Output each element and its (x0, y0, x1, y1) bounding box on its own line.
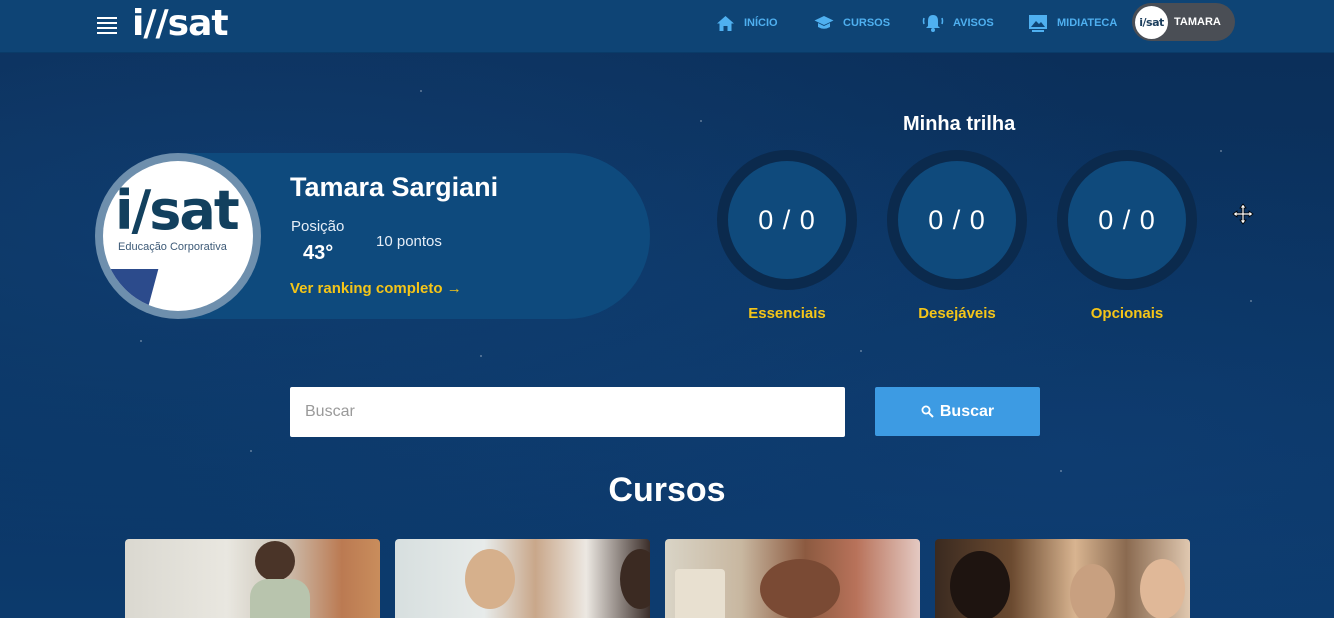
search-button-label: Buscar (939, 402, 995, 420)
courses-section-title: Cursos (608, 471, 726, 509)
top-navigation-bar: i//sat INÍCIO CURSOS AVISOS MIDIATECA i/… (0, 0, 1334, 53)
nav-label-midiateca: MIDIATECA (1057, 17, 1118, 29)
user-avatar: i/sat (1135, 5, 1168, 39)
trilha-value-desejaveis: 0 / 0 (928, 204, 986, 235)
nav-item-inicio[interactable]: INÍCIO (716, 12, 778, 34)
trilha-title: Minha trilha (903, 113, 1016, 135)
course-card[interactable] (125, 539, 380, 618)
page-background (0, 53, 1334, 618)
position-value: 43° (303, 242, 334, 264)
course-image (760, 559, 840, 618)
hamburger-menu-icon[interactable] (97, 17, 117, 34)
trilha-ring-opcionais[interactable]: 0 / 0 (1057, 150, 1197, 290)
course-card[interactable] (395, 539, 650, 618)
course-card[interactable] (935, 539, 1190, 618)
course-image (950, 551, 1010, 618)
nav-item-cursos[interactable]: CURSOS (814, 12, 890, 34)
graduation-cap-icon (814, 16, 834, 29)
nav-label-avisos: AVISOS (953, 17, 994, 29)
trilha-label-opcionais: Opcionais (1090, 305, 1164, 322)
search-input[interactable] (290, 387, 845, 437)
profile-avatar: i/sat Educação Corporativa (103, 161, 253, 311)
background-star (480, 355, 482, 357)
background-star (1250, 300, 1252, 302)
nav-item-midiateca[interactable]: MIDIATECA (1028, 12, 1117, 34)
course-card[interactable] (665, 539, 920, 618)
trilha-ring-desejaveis[interactable]: 0 / 0 (887, 150, 1027, 290)
background-star (420, 90, 422, 92)
user-menu-button[interactable]: i/sat TAMARA (1132, 3, 1235, 41)
image-icon (1029, 15, 1047, 32)
trilha-value-essenciais: 0 / 0 (758, 204, 816, 235)
search-button[interactable]: Buscar (875, 387, 1040, 436)
position-label: Posição (291, 218, 345, 235)
home-icon (717, 15, 734, 31)
avatar-logo: i/sat (115, 179, 240, 242)
trilha-value-opcionais: 0 / 0 (1098, 204, 1156, 235)
course-image (255, 541, 295, 581)
bell-icon (922, 15, 944, 32)
avatar-subtitle: Educação Corporativa (118, 241, 227, 253)
move-cursor-icon (1232, 203, 1254, 225)
background-star (140, 340, 142, 342)
points-value: 10 pontos (376, 233, 442, 250)
background-star (700, 120, 702, 122)
avatar-decoration (103, 269, 159, 309)
nav-label-inicio: INÍCIO (744, 17, 778, 29)
nav-item-avisos[interactable]: AVISOS (922, 12, 994, 34)
brand-logo[interactable]: i//sat (132, 4, 229, 44)
course-image (465, 549, 515, 609)
profile-name: Tamara Sargiani (290, 172, 499, 202)
search-icon (921, 405, 934, 418)
background-star (250, 450, 252, 452)
user-name: TAMARA (1174, 16, 1221, 28)
background-star (1220, 150, 1222, 152)
trilha-label-essenciais: Essenciais (748, 305, 826, 322)
trilha-ring-essenciais[interactable]: 0 / 0 (717, 150, 857, 290)
nav-label-cursos: CURSOS (843, 17, 891, 29)
ranking-link[interactable]: Ver ranking completo → (290, 280, 462, 297)
background-star (860, 350, 862, 352)
trilha-label-desejaveis: Desejáveis (918, 305, 996, 322)
